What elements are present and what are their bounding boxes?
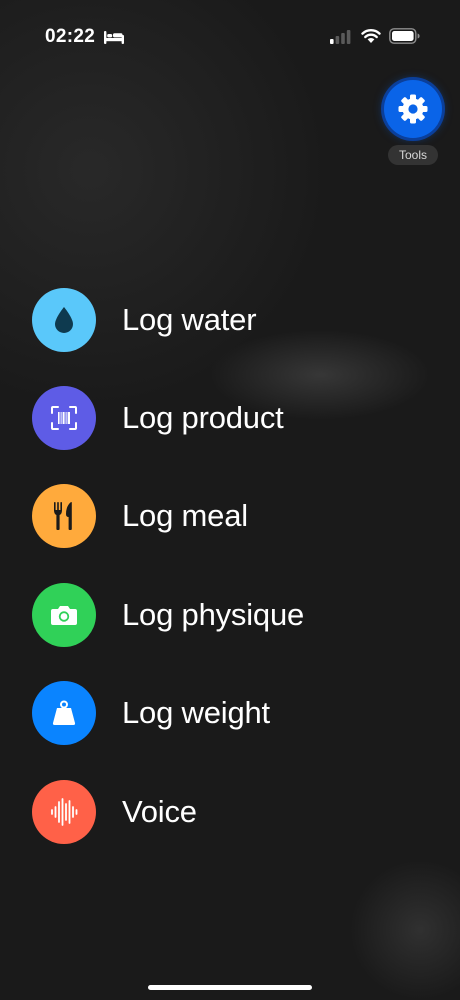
status-time: 02:22 [45,26,96,47]
camera-icon [51,606,77,625]
menu-item-log-physique[interactable]: Log physique [32,583,432,647]
menu-label-voice: Voice [122,794,197,829]
menu-item-log-meal[interactable]: Log meal [32,484,432,548]
voice-icon-circle[interactable] [32,780,96,844]
water-drop-icon [55,307,73,333]
log-product-icon-circle[interactable] [32,386,96,450]
gear-icon [398,94,428,124]
log-physique-icon-circle[interactable] [32,583,96,647]
menu-item-log-weight[interactable]: Log weight [32,681,432,745]
tools-label: Tools [388,145,438,165]
scale-weight-icon [52,700,76,725]
wifi-icon [361,29,381,43]
cellular-signal-icon [330,30,351,44]
barcode-scan-icon [51,406,77,430]
log-weight-icon-circle[interactable] [32,681,96,745]
menu-item-log-water[interactable]: Log water [32,288,432,352]
menu-label-log-meal: Log meal [122,498,248,533]
home-indicator[interactable] [148,985,312,990]
status-bar: 02:22 [0,0,460,72]
menu-label-log-water: Log water [122,302,257,337]
menu-label-log-product: Log product [122,400,284,435]
menu-item-log-product[interactable]: Log product [32,386,432,450]
menu-label-log-weight: Log weight [122,695,270,730]
tools-widget[interactable]: Tools [384,80,442,166]
fork-knife-icon [54,502,72,530]
bed-icon [104,31,124,44]
tools-button[interactable] [384,80,442,138]
menu-label-log-physique: Log physique [122,597,305,632]
log-meal-icon-circle[interactable] [32,484,96,548]
menu-item-voice[interactable]: Voice [32,780,432,844]
log-water-icon-circle[interactable] [32,288,96,352]
battery-icon [389,28,420,44]
waveform-icon [51,798,78,826]
